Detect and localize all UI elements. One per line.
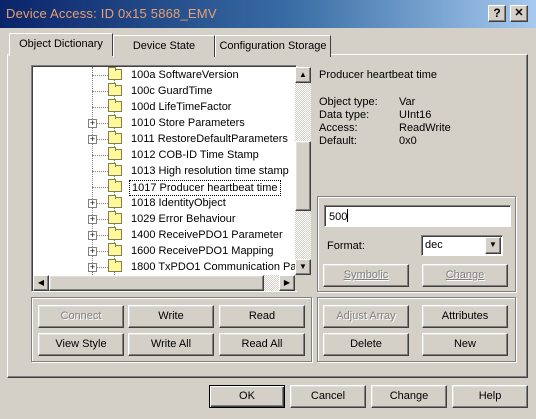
tree-item-label: 1011 RestoreDefaultParameters bbox=[131, 133, 288, 145]
tree-horizontal-scroll-thumb[interactable] bbox=[49, 275, 264, 291]
tree-item-label: 1012 COB-ID Time Stamp bbox=[131, 149, 259, 161]
read-button[interactable]: Read bbox=[219, 305, 305, 328]
text-cursor bbox=[347, 209, 349, 222]
format-label: Format: bbox=[327, 240, 365, 252]
scroll-right-arrow-icon[interactable]: ▶ bbox=[279, 275, 295, 291]
scroll-left-arrow-icon[interactable]: ◀ bbox=[33, 275, 49, 291]
folder-icon bbox=[108, 115, 122, 128]
tree-item-label: 1017 Producer heartbeat time bbox=[129, 180, 281, 196]
folder-icon bbox=[108, 99, 122, 112]
detail-key: Data type: bbox=[319, 109, 370, 121]
tree-item-label: 1400 ReceivePDO1 Parameter bbox=[131, 229, 283, 241]
tree-item-label: 1010 Store Parameters bbox=[131, 117, 245, 129]
folder-icon bbox=[108, 259, 122, 272]
write-button[interactable]: Write bbox=[128, 305, 214, 328]
detail-key: Object type: bbox=[319, 96, 378, 108]
connect-button[interactable]: Connect bbox=[38, 305, 124, 328]
tree-item[interactable]: +1018 IdentityObject bbox=[33, 195, 295, 211]
tree-item-label: 1029 Error Behaviour bbox=[131, 213, 236, 225]
expand-plus-icon[interactable]: + bbox=[88, 135, 97, 144]
tree-item-label: 1013 High resolution time stamp bbox=[131, 165, 289, 177]
tree-item-label: 1018 IdentityObject bbox=[131, 197, 226, 209]
scroll-down-arrow-icon[interactable]: ▼ bbox=[295, 259, 311, 275]
view-style-button[interactable]: View Style bbox=[38, 333, 124, 356]
new-button[interactable]: New bbox=[422, 333, 508, 356]
close-button[interactable]: ✕ bbox=[510, 5, 528, 22]
folder-icon bbox=[108, 179, 122, 192]
tree-item[interactable]: +1400 ReceivePDO1 Parameter bbox=[33, 227, 295, 243]
tree-item[interactable]: 1013 High resolution time stamp bbox=[33, 163, 295, 179]
folder-icon bbox=[108, 131, 122, 144]
attributes-button[interactable]: Attributes bbox=[422, 305, 508, 328]
folder-icon bbox=[108, 227, 122, 240]
tree-item[interactable]: +1800 TxPDO1 Communication Para bbox=[33, 259, 295, 275]
folder-icon bbox=[108, 67, 122, 80]
value-input-text: 500 bbox=[329, 211, 348, 223]
expand-plus-icon[interactable]: + bbox=[88, 199, 97, 208]
detail-key: Default: bbox=[319, 135, 357, 147]
detail-key: Access: bbox=[319, 122, 358, 134]
write-all-button[interactable]: Write All bbox=[128, 333, 214, 356]
expand-plus-icon[interactable]: + bbox=[88, 231, 97, 240]
tree-item[interactable]: 100c GuardTime bbox=[33, 83, 295, 99]
folder-icon bbox=[108, 147, 122, 160]
folder-icon bbox=[108, 195, 122, 208]
change-value-button[interactable]: Change bbox=[422, 264, 508, 287]
expand-plus-icon[interactable]: + bbox=[88, 215, 97, 224]
tree-vertical-scroll-thumb[interactable] bbox=[295, 141, 311, 212]
tree-item[interactable]: 100a SoftwareVersion bbox=[33, 67, 295, 83]
delete-button[interactable]: Delete bbox=[323, 333, 409, 356]
tree-item[interactable]: +1010 Store Parameters bbox=[33, 115, 295, 131]
tree-item-label: 100d LifeTimeFactor bbox=[131, 101, 232, 113]
ok-button[interactable]: OK bbox=[209, 385, 285, 408]
tab-device-state[interactable]: Device State bbox=[113, 35, 215, 57]
expand-plus-icon[interactable]: + bbox=[88, 119, 97, 128]
tree-item[interactable]: +1600 ReceivePDO1 Mapping bbox=[33, 243, 295, 259]
change-button[interactable]: Change bbox=[371, 385, 447, 408]
tree-item[interactable]: 1017 Producer heartbeat time bbox=[33, 179, 295, 196]
folder-icon bbox=[108, 211, 122, 224]
detail-value: ReadWrite bbox=[399, 122, 451, 134]
chevron-down-icon[interactable]: ▼ bbox=[485, 237, 501, 254]
cancel-button[interactable]: Cancel bbox=[290, 385, 366, 408]
object-name-heading: Producer heartbeat time bbox=[319, 69, 438, 81]
folder-icon bbox=[108, 163, 122, 176]
format-select[interactable]: dec ▼ bbox=[421, 235, 503, 256]
object-tree[interactable]: 100a SoftwareVersion 100c GuardTime 100d L… bbox=[33, 67, 295, 275]
symbolic-button-label: Symbolic bbox=[343, 269, 389, 281]
folder-icon bbox=[108, 243, 122, 256]
scroll-corner bbox=[295, 275, 311, 291]
tab-object-dictionary[interactable]: Object Dictionary bbox=[9, 33, 113, 56]
symbolic-button[interactable]: Symbolic bbox=[323, 264, 409, 287]
tree-item-label: 100a SoftwareVersion bbox=[131, 69, 239, 81]
tree-item[interactable]: 1012 COB-ID Time Stamp bbox=[33, 147, 295, 163]
read-all-button[interactable]: Read All bbox=[219, 333, 305, 356]
detail-value: UInt16 bbox=[399, 109, 432, 121]
value-input[interactable]: 500 bbox=[324, 205, 511, 227]
expand-plus-icon[interactable]: + bbox=[88, 247, 97, 256]
folder-icon bbox=[108, 83, 122, 96]
scroll-up-arrow-icon[interactable]: ▲ bbox=[295, 67, 311, 83]
tree-item-label: 100c GuardTime bbox=[131, 85, 213, 97]
detail-value: Var bbox=[399, 96, 416, 108]
tree-item-label: 1600 ReceivePDO1 Mapping bbox=[131, 245, 274, 257]
tree-item[interactable]: 100d LifeTimeFactor bbox=[33, 99, 295, 115]
help-button[interactable]: Help bbox=[452, 385, 528, 408]
adjust-array-button[interactable]: Adjust Array bbox=[323, 305, 409, 328]
tree-item-label: 1800 TxPDO1 Communication Para bbox=[131, 261, 295, 273]
help-title-button[interactable]: ? bbox=[488, 5, 506, 22]
change-value-button-label: Change bbox=[445, 269, 485, 281]
title-bar: Device Access: ID 0x15 5868_EMV ? ✕ bbox=[0, 0, 536, 28]
window-title: Device Access: ID 0x15 5868_EMV bbox=[6, 6, 217, 21]
tree-item[interactable]: +1011 RestoreDefaultParameters bbox=[33, 131, 295, 147]
tree-item[interactable]: +1029 Error Behaviour bbox=[33, 211, 295, 227]
expand-plus-icon[interactable]: + bbox=[88, 263, 97, 272]
tab-configuration-storage[interactable]: Configuration Storage bbox=[215, 35, 331, 57]
format-select-value: dec bbox=[425, 239, 443, 251]
detail-value: 0x0 bbox=[399, 135, 417, 147]
